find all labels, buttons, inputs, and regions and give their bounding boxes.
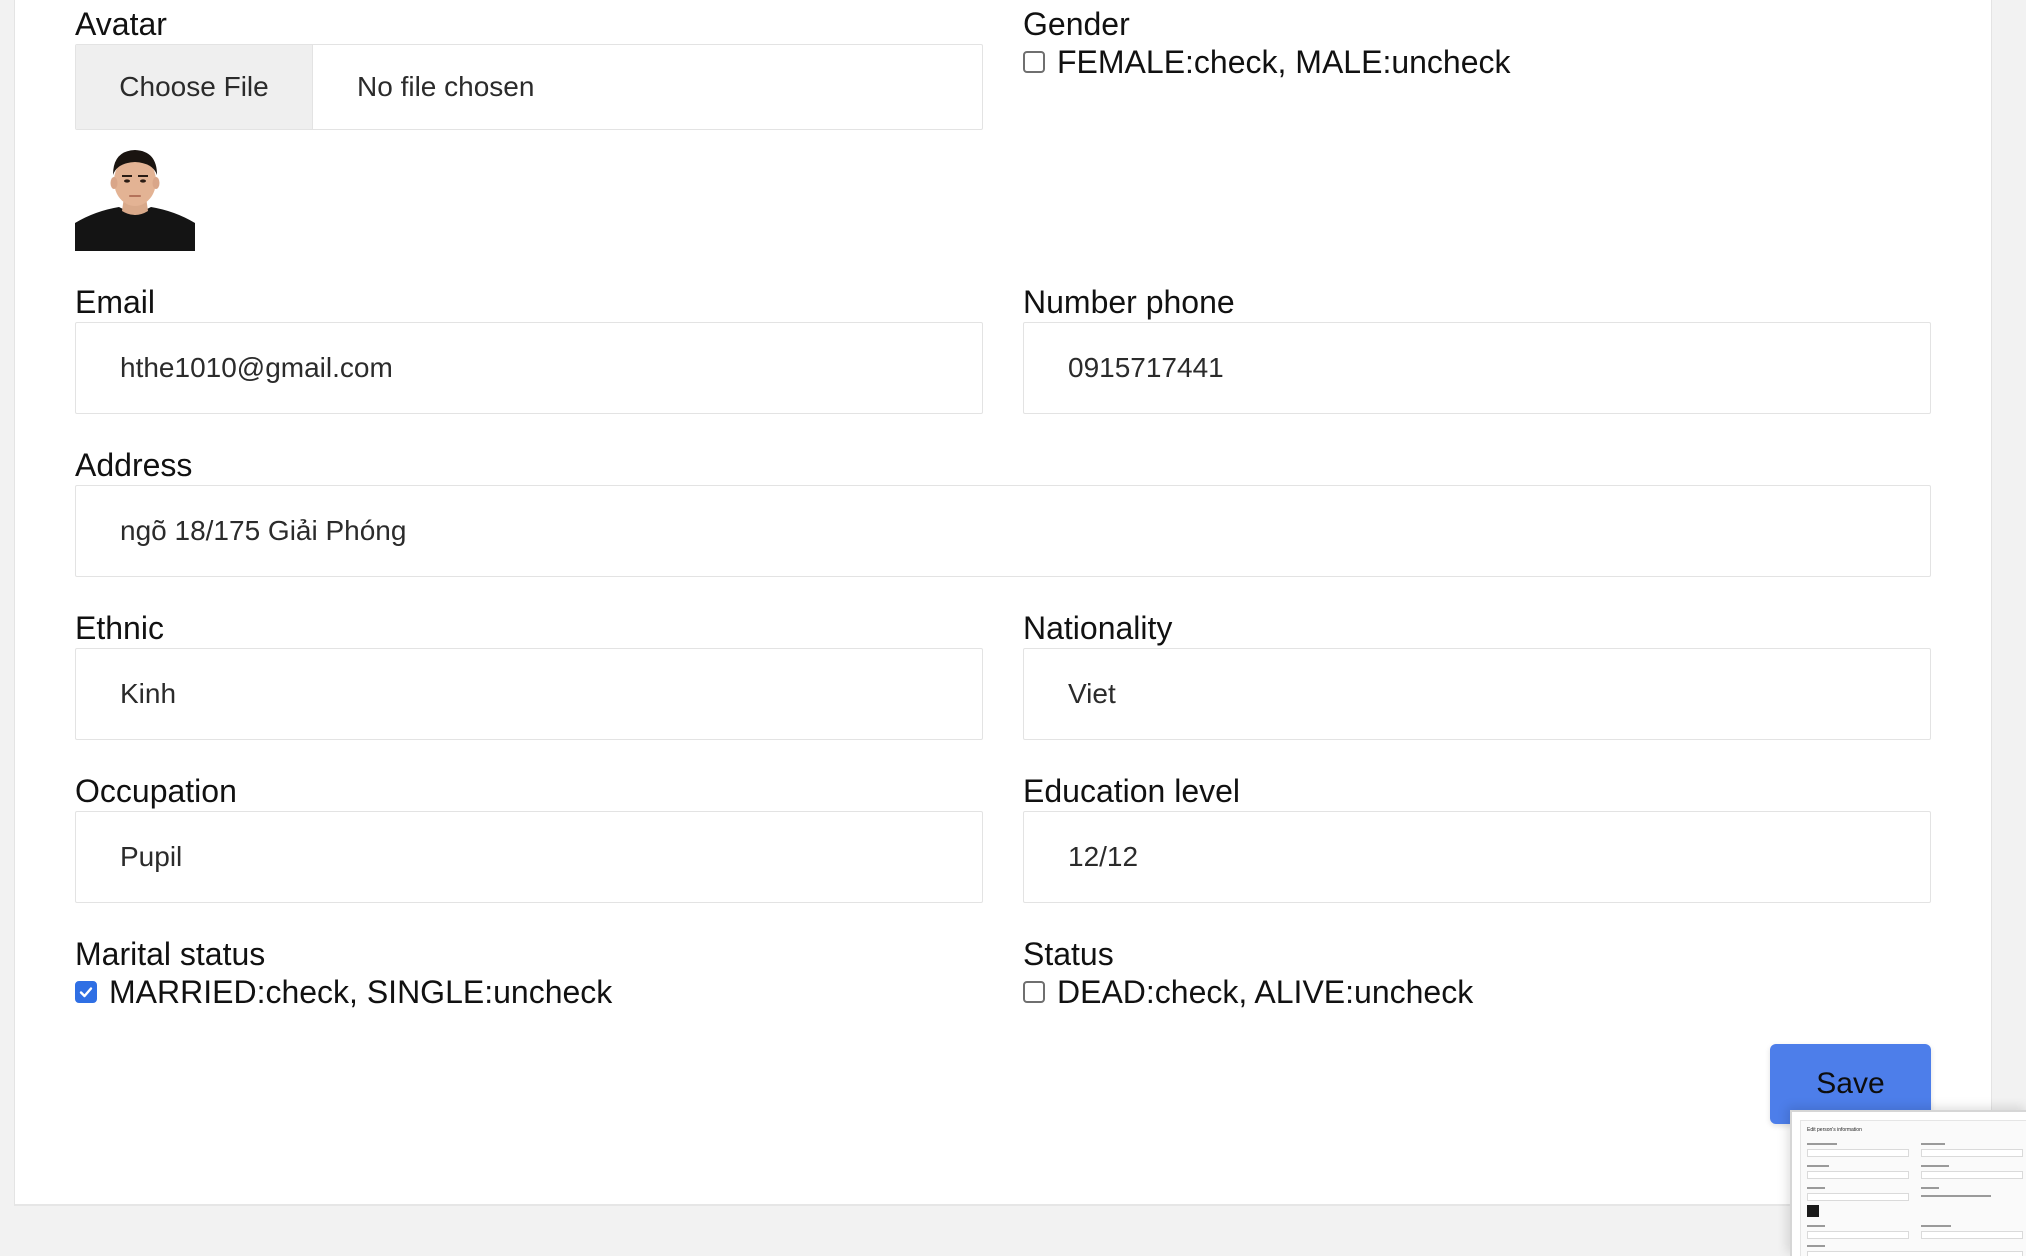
thumbnail-line (1807, 1187, 1825, 1189)
number-phone-label: Number phone (1023, 284, 1235, 320)
choose-file-button[interactable]: Choose File (76, 45, 313, 129)
gender-label: Gender (1023, 6, 1130, 42)
thumbnail-content: Edit person's information (1800, 1120, 2026, 1256)
thumbnail-line (1921, 1165, 1949, 1167)
file-status-text: No file chosen (357, 71, 535, 102)
email-field[interactable]: hthe1010@gmail.com (75, 322, 983, 414)
address-field[interactable]: ngõ 18/175 Giải Phóng (75, 485, 1931, 577)
email-label: Email (75, 284, 156, 320)
thumbnail-box (1807, 1193, 1909, 1201)
edit-person-form-card (14, 0, 1992, 1206)
status-checkbox-text: DEAD:check, ALIVE:uncheck (1057, 973, 1474, 1010)
thumbnail-box (1807, 1171, 1909, 1179)
education-level-label: Education level (1023, 773, 1241, 809)
occupation-label: Occupation (75, 773, 237, 809)
status-checkbox[interactable] (1023, 981, 1045, 1003)
ethnic-label: Ethnic (75, 610, 164, 646)
ethnic-field[interactable]: Kinh (75, 648, 983, 740)
thumbnail-box (1807, 1149, 1909, 1157)
avatar-file-input[interactable]: Choose File No file chosen (75, 44, 983, 130)
marital-status-checkbox-row: MARRIED:check, SINGLE:uncheck (75, 972, 612, 1012)
address-label: Address (75, 447, 193, 483)
nationality-label: Nationality (1023, 610, 1173, 646)
thumbnail-line (1807, 1143, 1837, 1145)
thumbnail-line (1921, 1187, 1939, 1189)
avatar-label: Avatar (75, 6, 167, 42)
thumbnail-box (1921, 1231, 2023, 1239)
thumbnail-box (1807, 1231, 1909, 1239)
thumbnail-line (1921, 1143, 1945, 1145)
screenshot-thumbnail[interactable]: Edit person's information (1790, 1110, 2026, 1256)
thumbnail-title: Edit person's information (1807, 1127, 1862, 1133)
check-icon (79, 987, 93, 998)
number-phone-field[interactable]: 0915717441 (1023, 322, 1931, 414)
occupation-field[interactable]: Pupil (75, 811, 983, 903)
thumbnail-avatar (1807, 1205, 1819, 1217)
avatar-photo-icon (75, 141, 195, 251)
marital-status-label: Marital status (75, 936, 266, 972)
nationality-field[interactable]: Viet (1023, 648, 1931, 740)
thumbnail-line (1807, 1245, 1825, 1247)
education-level-field[interactable]: 12/12 (1023, 811, 1931, 903)
status-checkbox-row: DEAD:check, ALIVE:uncheck (1023, 972, 1473, 1012)
gender-checkbox-text: FEMALE:check, MALE:uncheck (1057, 43, 1511, 80)
marital-status-checkbox[interactable] (75, 981, 97, 1003)
marital-status-checkbox-text: MARRIED:check, SINGLE:uncheck (109, 973, 613, 1010)
thumbnail-line (1921, 1225, 1951, 1227)
avatar-image (75, 141, 195, 251)
thumbnail-box (1921, 1171, 2023, 1179)
thumbnail-box (1921, 1149, 2023, 1157)
thumbnail-line (1807, 1225, 1825, 1227)
status-label: Status (1023, 936, 1114, 972)
gender-checkbox[interactable] (1023, 51, 1045, 73)
thumbnail-line (1921, 1195, 1991, 1197)
thumbnail-line (1807, 1165, 1829, 1167)
gender-checkbox-row: FEMALE:check, MALE:uncheck (1023, 42, 1511, 82)
